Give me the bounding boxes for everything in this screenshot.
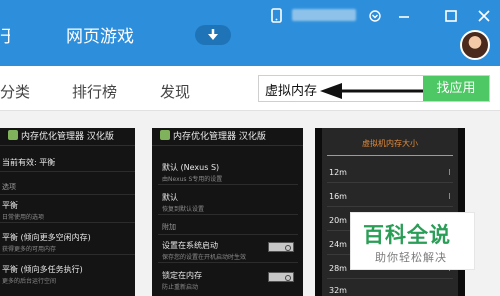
search-input[interactable]: 虚拟内存 [265, 80, 317, 99]
divider [327, 206, 453, 207]
memory-option[interactable]: 32m [329, 286, 347, 295]
title-bar: 于 网页游戏 [0, 0, 500, 66]
close-icon[interactable] [477, 8, 491, 24]
divider [327, 278, 453, 279]
app-gear-icon [160, 130, 170, 140]
tab-category[interactable]: 分类 [0, 81, 30, 102]
list-item-title: 默认 [162, 193, 178, 202]
screenshot-title: 内存优化管理器 汉化版 [173, 132, 266, 142]
list-item-desc: 更多的后台运行空间 [2, 278, 57, 285]
toggle-switch[interactable] [268, 272, 294, 282]
toggle-item-title: 设置在系统启动 [162, 241, 218, 250]
memory-option[interactable]: 28m [329, 264, 347, 273]
divider [0, 222, 135, 223]
avatar[interactable] [460, 30, 490, 60]
list-item-desc: 获得更多的可用内存 [2, 246, 57, 253]
toggle-item-desc: 保存您的设置在开机启动时生效 [162, 254, 247, 261]
app-screenshot-1[interactable]: 内存优化管理器 汉化版 当前有效: 平衡 选项 平衡 日常使用的选项 平衡 (倾… [0, 128, 135, 296]
memory-option[interactable]: 24m [329, 240, 347, 249]
toggle-switch[interactable] [268, 242, 294, 252]
maximize-icon[interactable] [444, 8, 458, 24]
list-item-desc: 由Nexus S专用的设置 [162, 176, 223, 183]
list-item-title: 平衡 (倾向更多空闲内存) [2, 233, 91, 242]
tab-bar: 分类 排行榜 发现 虚拟内存 找应用 [0, 66, 500, 111]
screenshot-header: 内存优化管理器 汉化版 [152, 128, 303, 146]
list-item-title: 平衡 [2, 201, 18, 210]
divider [158, 214, 298, 215]
dialog-title-divider [327, 155, 453, 156]
screenshot-header: 内存优化管理器 汉化版 [0, 128, 135, 146]
arrow-annotation-icon [320, 83, 423, 99]
options-section-label: 选项 [2, 183, 16, 191]
divider [158, 184, 298, 185]
list-item-title: 默认 (Nexus S) [162, 163, 220, 172]
extra-section-label: 附加 [162, 223, 176, 231]
tab-rankings[interactable]: 排行榜 [72, 81, 117, 102]
phone-icon[interactable] [270, 8, 284, 24]
download-button[interactable] [195, 25, 231, 45]
screenshot-title: 内存优化管理器 汉化版 [21, 132, 114, 142]
toggle-item-title: 锁定在内存 [162, 271, 202, 280]
radio-tick [449, 169, 450, 175]
tab-discover[interactable]: 发现 [160, 81, 190, 102]
dialog-title: 虚拟机内存大小 [362, 139, 418, 148]
divider [158, 234, 298, 235]
nav-item-partial[interactable]: 于 [0, 22, 10, 47]
list-item-desc: 恢复到默认设置 [162, 206, 205, 213]
app-gear-icon [8, 130, 18, 140]
toggle-item-desc: 防止重新启动 [162, 284, 199, 291]
memory-option[interactable]: 12m [329, 168, 347, 177]
current-effective-label: 当前有效: 平衡 [2, 158, 56, 167]
blurred-user-info [292, 9, 356, 21]
list-item-title: 平衡 (倾向多任务执行) [2, 265, 83, 274]
watermark-title: 百科全说 [363, 223, 451, 247]
watermark-logo: 百科全说 助你轻松解决 [350, 212, 475, 270]
find-app-button[interactable]: 找应用 [423, 76, 489, 101]
menu-dropdown-icon[interactable] [368, 8, 382, 24]
watermark-subtitle: 助你轻松解决 [375, 251, 447, 264]
app-window: 于 网页游戏 分类 排行榜 发现 虚拟内存 找应用 内存优化管理器 汉化版 当前… [0, 0, 500, 296]
list-item-desc: 日常使用的选项 [2, 214, 45, 221]
divider [158, 262, 298, 263]
divider [0, 254, 135, 255]
divider [0, 171, 135, 172]
download-arrow-icon [208, 29, 218, 40]
minimize-icon[interactable] [397, 8, 411, 24]
memory-option[interactable]: 20m [329, 216, 347, 225]
divider [0, 194, 135, 195]
nav-item-web-games[interactable]: 网页游戏 [66, 22, 134, 47]
radio-tick [449, 193, 450, 199]
divider [327, 182, 453, 183]
app-screenshot-2[interactable]: 内存优化管理器 汉化版 默认 (Nexus S) 由Nexus S专用的设置 默… [152, 128, 303, 296]
memory-option[interactable]: 16m [329, 192, 347, 201]
